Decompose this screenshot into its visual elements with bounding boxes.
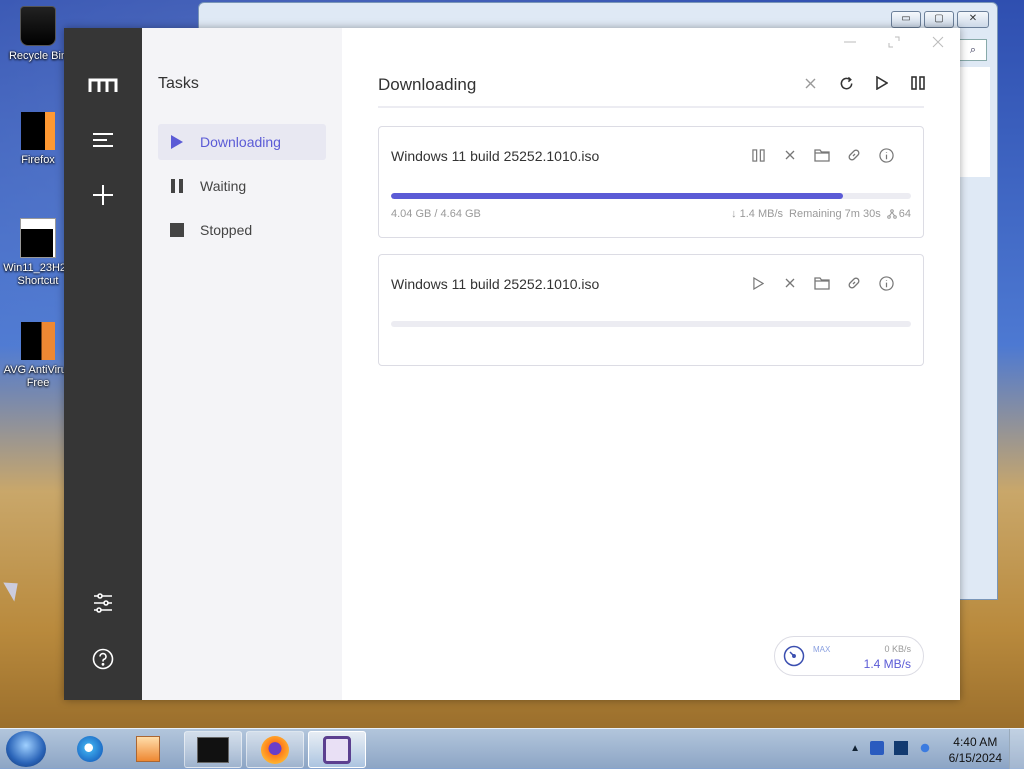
play-icon[interactable]	[874, 74, 890, 92]
task-card[interactable]: Windows 11 build 25252.1010.iso	[378, 126, 924, 238]
window-icon	[197, 736, 229, 763]
delete-icon[interactable]	[781, 274, 799, 292]
task-remaining: Remaining 7m 30s	[789, 208, 881, 220]
taskbar-ie[interactable]	[62, 731, 118, 766]
motrix-icon	[323, 735, 351, 764]
play-icon	[170, 135, 184, 149]
speedometer[interactable]: MAX 0 KB/s 1.4 MB/s	[774, 636, 924, 676]
header-divider	[378, 106, 924, 108]
sidebar-item-stopped[interactable]: Stopped	[158, 212, 326, 248]
close-icon[interactable]	[802, 74, 818, 92]
task-size: 4.04 GB / 4.64 GB	[391, 208, 481, 220]
task-name: Windows 11 build 25252.1010.iso	[391, 276, 600, 292]
taskbar: ▲ 4:40 AM 6/15/2024	[0, 728, 1024, 769]
task-card[interactable]: Windows 11 build 25252.1010.iso	[378, 254, 924, 366]
main-panel: Downloading Windows 11 build 25252.1010.…	[342, 28, 960, 700]
play-icon[interactable]	[749, 274, 767, 292]
link-icon[interactable]	[845, 274, 863, 292]
connections: 64	[886, 208, 911, 220]
taskbar-firefox[interactable]	[246, 731, 304, 768]
sidebar-item-label: Stopped	[200, 222, 253, 238]
volume-icon[interactable]	[918, 741, 932, 755]
sidebar-item-downloading[interactable]: Downloading	[158, 124, 326, 160]
pause-icon[interactable]	[910, 74, 926, 92]
network-icon[interactable]	[870, 741, 884, 755]
maximize-icon[interactable]	[886, 34, 902, 50]
upload-speed: 0 KB/s	[884, 644, 911, 654]
close-icon[interactable]: ✕	[957, 11, 989, 28]
taskbar-media-player[interactable]	[120, 731, 176, 766]
add-icon[interactable]	[88, 180, 118, 210]
tray-expand-icon[interactable]: ▲	[850, 743, 860, 754]
shortcut-icon	[20, 218, 56, 258]
folder-icon[interactable]	[813, 146, 831, 164]
sidebar-item-label: Waiting	[200, 178, 247, 194]
clock-time: 4:40 AM	[953, 735, 998, 749]
taskbar-motrix[interactable]	[308, 731, 366, 768]
task-connections: 64	[898, 208, 911, 220]
folder-icon[interactable]	[813, 274, 831, 292]
firefox-icon	[261, 735, 289, 764]
avg-icon	[21, 322, 55, 360]
search-icon[interactable]: ⌕	[959, 39, 987, 61]
speedometer-icon	[783, 645, 805, 667]
progress-bar	[391, 193, 911, 199]
help-icon[interactable]	[88, 644, 118, 674]
info-icon[interactable]	[877, 274, 895, 292]
sidebar-title: Tasks	[158, 75, 199, 92]
progress-fill	[391, 193, 844, 199]
show-desktop-button[interactable]	[1009, 729, 1024, 769]
task-name: Windows 11 build 25252.1010.iso	[391, 148, 600, 164]
tasks-sidebar: Tasks Downloading Waiting Stopped	[142, 28, 342, 700]
stop-icon	[170, 223, 184, 237]
pause-icon[interactable]	[749, 146, 767, 164]
internet-explorer-icon	[77, 735, 103, 762]
minimize-icon[interactable]	[842, 34, 858, 50]
download-speed: 1.4 MB/s	[863, 657, 911, 671]
display-icon[interactable]	[894, 741, 908, 755]
maximize-icon[interactable]: ▢	[924, 11, 954, 28]
media-player-icon	[136, 735, 160, 762]
firefox-icon	[21, 112, 55, 150]
task-speed: ↓ 1.4 MB/s	[731, 208, 784, 220]
info-icon[interactable]	[877, 146, 895, 164]
start-button[interactable]	[6, 731, 46, 767]
motrix-logo-icon[interactable]	[88, 70, 118, 100]
link-icon[interactable]	[845, 146, 863, 164]
system-tray: ▲	[850, 741, 932, 755]
delete-icon[interactable]	[781, 146, 799, 164]
preferences-icon[interactable]	[88, 588, 118, 618]
refresh-icon[interactable]	[838, 74, 854, 92]
close-icon[interactable]	[930, 34, 946, 50]
mouse-cursor-icon	[3, 576, 25, 602]
menu-icon[interactable]	[88, 125, 118, 155]
clock-date: 6/15/2024	[948, 751, 1002, 765]
taskbar-explorer[interactable]	[184, 731, 242, 768]
taskbar-clock[interactable]: 4:40 AM 6/15/2024	[949, 734, 1002, 766]
progress-bar	[391, 321, 911, 327]
connections-icon	[886, 209, 897, 219]
nav-rail	[64, 28, 142, 700]
recycle-bin-icon	[20, 6, 56, 46]
motrix-window: Tasks Downloading Waiting Stopped Downlo…	[64, 28, 960, 700]
speed-limit-mode: MAX	[813, 645, 831, 654]
sidebar-item-waiting[interactable]: Waiting	[158, 168, 326, 204]
sidebar-item-label: Downloading	[200, 134, 281, 150]
minimize-icon[interactable]: ▭	[891, 11, 921, 28]
pause-icon	[170, 179, 184, 193]
page-title: Downloading	[378, 75, 477, 94]
background-pane	[959, 67, 990, 177]
